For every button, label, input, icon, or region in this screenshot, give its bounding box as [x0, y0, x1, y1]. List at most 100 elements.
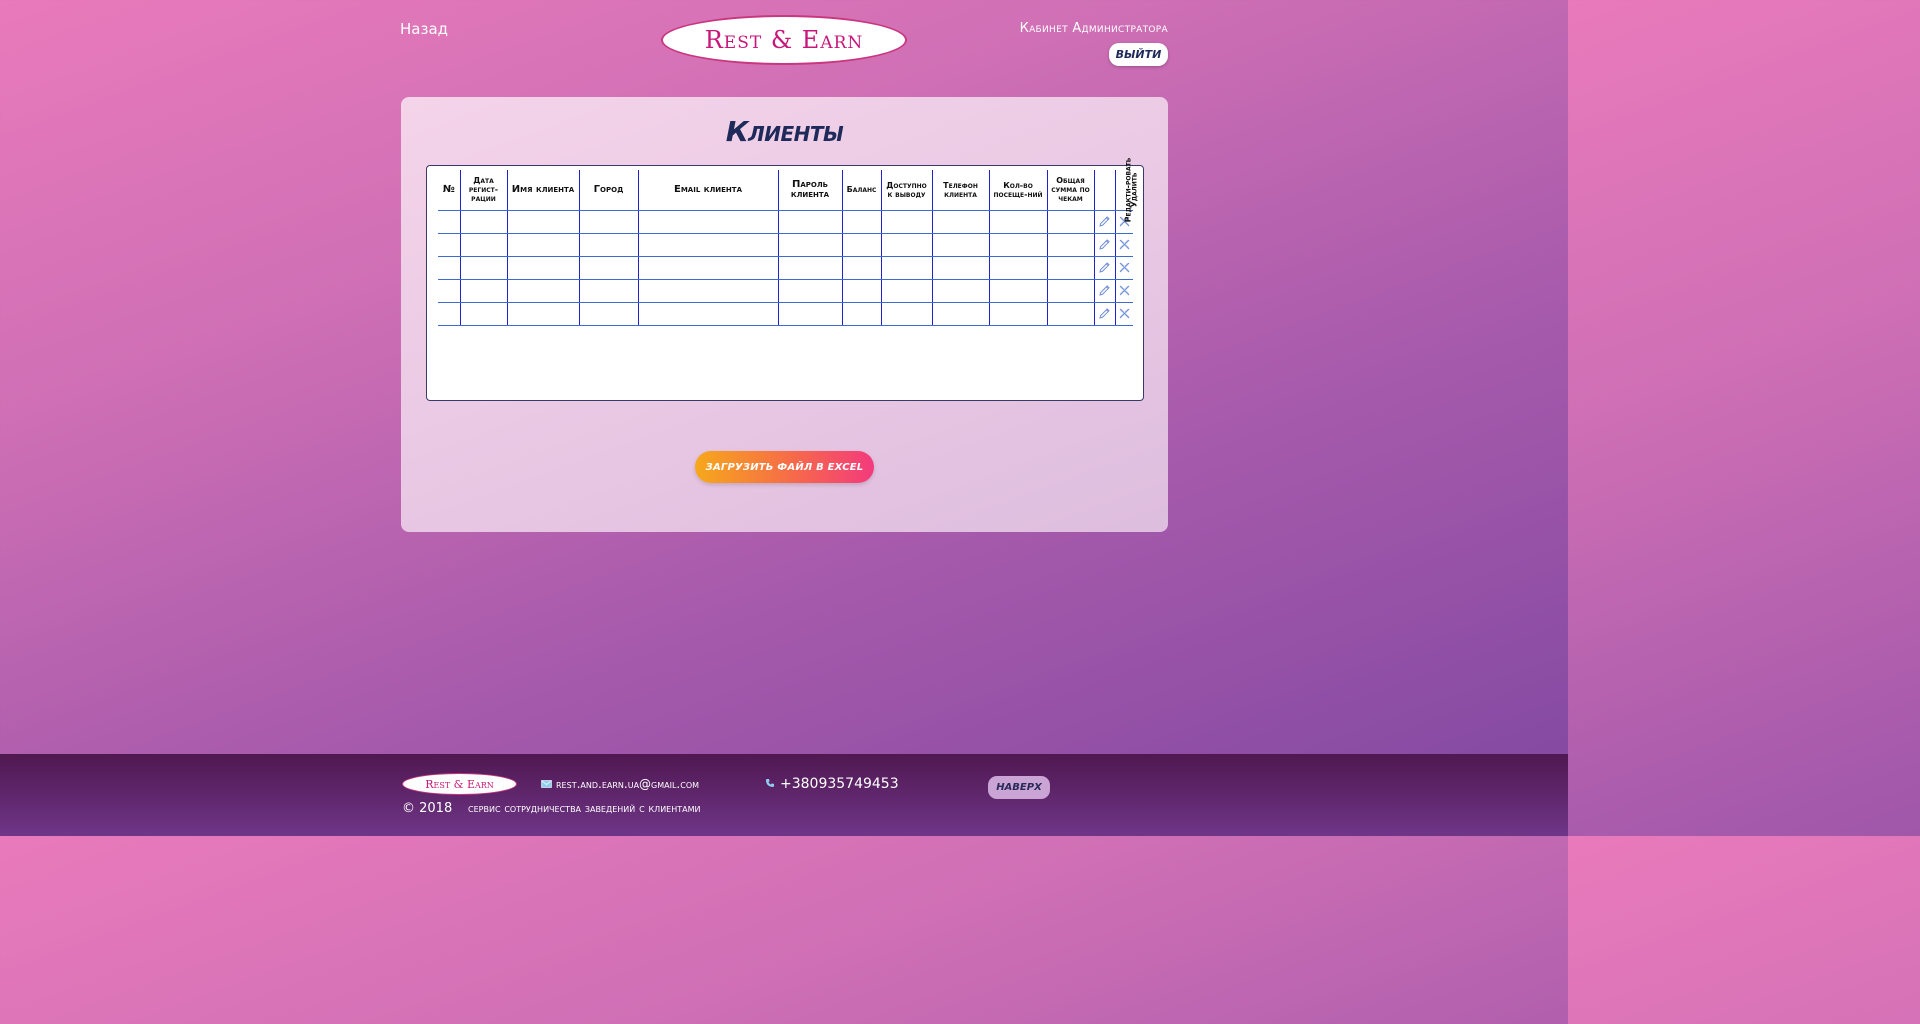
- page-title: Клиенты: [725, 115, 844, 148]
- table-row: [438, 302, 1134, 326]
- table-cell: [460, 233, 508, 257]
- table-cell: [881, 279, 933, 303]
- table-cell: [842, 256, 882, 280]
- edit-cell: [1094, 302, 1116, 326]
- table-cell: [460, 302, 508, 326]
- column-header-client-name: Имя клиента: [507, 170, 580, 211]
- table-cell: [638, 302, 779, 326]
- table-cell: [778, 279, 843, 303]
- column-header-balance: Баланс: [842, 170, 882, 211]
- table-cell: [1047, 302, 1095, 326]
- pencil-icon[interactable]: [1095, 261, 1115, 274]
- table-cell: [989, 279, 1048, 303]
- column-header-visit-count: Кол-во посеще-ний: [989, 170, 1048, 211]
- table-cell: [989, 302, 1048, 326]
- footer-logo: Rest & Earn: [402, 773, 517, 795]
- column-header-client-email: Email клиента: [638, 170, 779, 211]
- delete-cell: [1115, 256, 1134, 280]
- edit-cell: [1094, 279, 1116, 303]
- table-cell: [579, 302, 639, 326]
- footer-phone-text: +380935749453: [780, 776, 899, 792]
- table-cell: [579, 210, 639, 234]
- table-cell: [778, 233, 843, 257]
- table-cell: [881, 233, 933, 257]
- edit-cell: [1094, 233, 1116, 257]
- copyright: © 2018: [402, 801, 453, 816]
- cross-icon[interactable]: [1116, 261, 1134, 274]
- table-cell: [579, 279, 639, 303]
- delete-cell: [1115, 302, 1134, 326]
- table-cell: [932, 256, 990, 280]
- table-cell: [638, 279, 779, 303]
- footer: Rest & Earn rest.and.earn.ua@gmail.com +…: [0, 754, 1568, 836]
- table-cell: [989, 233, 1048, 257]
- table-cell: [507, 256, 580, 280]
- envelope-icon: [541, 777, 552, 791]
- column-header-available-withdrawal: Доступно к выводу: [881, 170, 933, 211]
- table-cell: [1047, 279, 1095, 303]
- table-cell: [460, 210, 508, 234]
- phone-icon: [765, 776, 775, 792]
- table-header-row: № Дата регист-рации Имя клиента Город Em…: [438, 157, 1138, 222]
- column-header-client-password: Пароль клиента: [778, 170, 843, 211]
- table-cell: [1047, 256, 1095, 280]
- table-cell: [778, 256, 843, 280]
- table-cell: [842, 233, 882, 257]
- pencil-icon[interactable]: [1095, 238, 1115, 251]
- column-header-delete-label: Удалить: [1128, 172, 1138, 208]
- logo: Rest & Earn: [661, 15, 907, 65]
- table-cell: [438, 233, 461, 257]
- table-cell: [507, 210, 580, 234]
- table-cell: [842, 279, 882, 303]
- table-cell: [778, 210, 843, 234]
- pencil-icon[interactable]: [1095, 284, 1115, 297]
- table-cell: [579, 233, 639, 257]
- column-header-edit: Редакти-ровать: [1094, 157, 1132, 222]
- table-cell: [507, 279, 580, 303]
- table-cell: [932, 210, 990, 234]
- footer-description: сервис сотрудничества заведений с клиент…: [468, 801, 701, 815]
- table-cell: [507, 302, 580, 326]
- table-cell: [507, 233, 580, 257]
- admin-cabinet-label: Кабинет Администратора: [1019, 21, 1168, 36]
- table-cell: [881, 210, 933, 234]
- scroll-top-button[interactable]: НАВЕРХ: [988, 776, 1050, 799]
- table-cell: [932, 233, 990, 257]
- table-cell: [989, 210, 1048, 234]
- footer-email-text: rest.and.earn.ua@gmail.com: [556, 777, 700, 791]
- upload-excel-button[interactable]: ЗАГРУЗИТЬ ФАЙЛ В EXCEL: [695, 451, 874, 483]
- pencil-icon[interactable]: [1095, 307, 1115, 320]
- table-cell: [842, 302, 882, 326]
- footer-phone[interactable]: +380935749453: [765, 776, 899, 792]
- delete-cell: [1115, 233, 1134, 257]
- table-row: [438, 279, 1134, 303]
- column-header-registration-date: Дата регист-рации: [460, 170, 508, 211]
- table-cell: [438, 302, 461, 326]
- pencil-icon[interactable]: [1095, 215, 1115, 228]
- table-cell: [438, 210, 461, 234]
- table-cell: [638, 256, 779, 280]
- table-cell: [438, 256, 461, 280]
- table-cell: [932, 279, 990, 303]
- table-cell: [778, 302, 843, 326]
- table-cell: [881, 256, 933, 280]
- column-header-city: Город: [579, 170, 639, 211]
- edit-cell: [1094, 256, 1116, 280]
- edit-cell: [1094, 210, 1116, 234]
- table-cell: [989, 256, 1048, 280]
- clients-table-container: № Дата регист-рации Имя клиента Город Em…: [426, 157, 1144, 401]
- table-cell: [1047, 233, 1095, 257]
- table-cell: [842, 210, 882, 234]
- table-cell: [638, 233, 779, 257]
- cross-icon[interactable]: [1116, 307, 1134, 320]
- cross-icon[interactable]: [1116, 284, 1134, 297]
- cross-icon[interactable]: [1116, 238, 1134, 251]
- table-row: [438, 210, 1133, 234]
- column-header-number: №: [438, 170, 461, 211]
- table-row: [438, 233, 1134, 257]
- footer-email[interactable]: rest.and.earn.ua@gmail.com: [541, 777, 699, 791]
- column-header-total-receipts: Общая сумма по чекам: [1047, 170, 1095, 211]
- back-link[interactable]: Назад: [400, 20, 448, 38]
- table-row: [438, 256, 1134, 280]
- logout-button[interactable]: ВЫЙТИ: [1109, 43, 1168, 66]
